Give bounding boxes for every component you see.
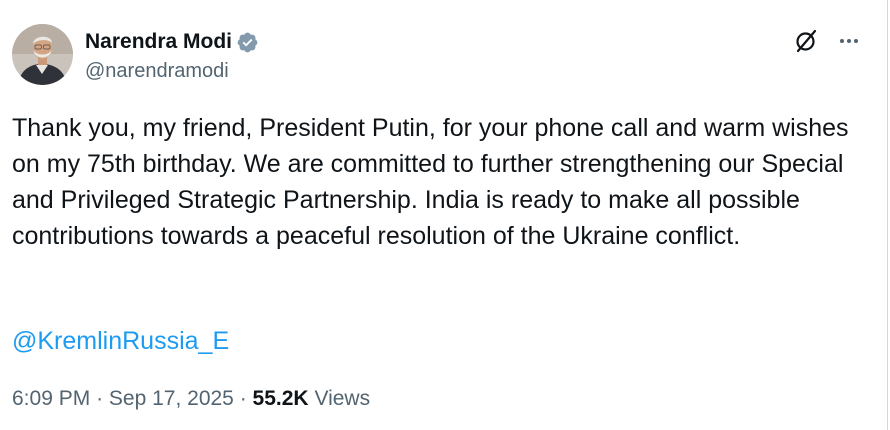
meta-separator: · <box>239 387 247 410</box>
tweet-date[interactable]: Sep 17, 2025 <box>109 387 234 410</box>
grok-slash-circle-icon[interactable] <box>793 28 819 54</box>
views-label: Views <box>314 387 371 410</box>
name-row: Narendra Modi <box>85 29 259 55</box>
tweet-time[interactable]: 6:09 PM <box>12 387 90 410</box>
mention-link[interactable]: @KremlinRussia_E <box>12 323 229 359</box>
author-display-name[interactable]: Narendra Modi <box>85 30 232 54</box>
tweet-header: Narendra Modi @narendramodi <box>12 24 259 88</box>
tweet-meta: 6:09 PM · Sep 17, 2025 · 55.2K Views <box>12 384 370 414</box>
author-handle[interactable]: @narendramodi <box>85 60 259 83</box>
tweet-card: Narendra Modi @narendramodi Thank you, m… <box>0 0 888 430</box>
meta-separator: · <box>96 387 104 410</box>
tweet-text: Thank you, my friend, President Putin, f… <box>12 114 849 250</box>
tweet-actions <box>793 28 861 54</box>
author-names: Narendra Modi @narendramodi <box>85 24 259 83</box>
verified-badge-icon[interactable] <box>236 31 259 54</box>
more-options-ellipsis-icon[interactable] <box>837 29 861 53</box>
avatar[interactable] <box>12 24 73 85</box>
views-count: 55.2K <box>252 387 309 410</box>
